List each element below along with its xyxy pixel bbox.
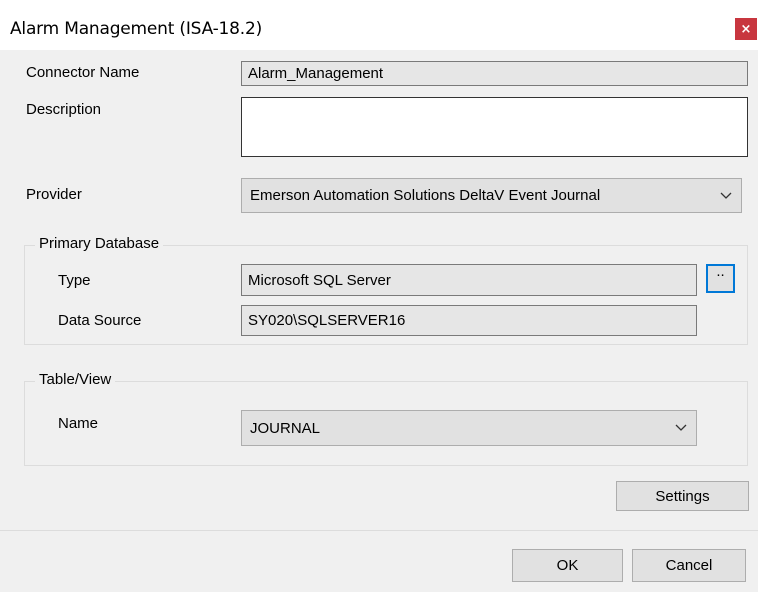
- table-name-value: JOURNAL: [250, 419, 321, 437]
- chevron-down-icon: [719, 189, 733, 203]
- ok-button-label: OK: [556, 557, 579, 574]
- description-field[interactable]: [241, 97, 748, 157]
- data-source-value: SY020\SQLSERVER16: [248, 312, 406, 329]
- table-view-title: Table/View: [35, 371, 116, 388]
- cancel-button[interactable]: Cancel: [632, 549, 746, 582]
- type-field[interactable]: Microsoft SQL Server: [241, 264, 697, 296]
- dialog-window: Alarm Management (ISA-18.2) × Connector …: [0, 0, 758, 592]
- close-icon: ×: [740, 21, 752, 37]
- settings-button-label: Settings: [655, 487, 710, 505]
- provider-label: Provider: [26, 186, 82, 203]
- data-source-field[interactable]: SY020\SQLSERVER16: [241, 305, 697, 336]
- chevron-down-icon: [674, 421, 688, 435]
- close-button[interactable]: ×: [735, 18, 757, 40]
- cancel-button-label: Cancel: [665, 557, 713, 574]
- browse-button[interactable]: ..: [706, 264, 735, 293]
- description-label: Description: [26, 101, 102, 118]
- connector-name-value: Alarm_Management: [248, 65, 384, 82]
- primary-database-title: Primary Database: [35, 235, 164, 252]
- footer-separator: [0, 530, 758, 531]
- name-label: Name: [58, 415, 99, 432]
- title-bar: Alarm Management (ISA-18.2) ×: [0, 0, 758, 50]
- connector-name-label: Connector Name: [26, 64, 140, 81]
- settings-button[interactable]: Settings: [616, 481, 749, 511]
- window-title: Alarm Management (ISA-18.2): [10, 19, 263, 39]
- table-name-dropdown[interactable]: JOURNAL: [241, 410, 697, 446]
- data-source-label: Data Source: [58, 312, 142, 329]
- type-label: Type: [58, 272, 91, 289]
- ok-button[interactable]: OK: [512, 549, 623, 582]
- browse-button-label: ..: [716, 263, 725, 280]
- connector-name-field[interactable]: Alarm_Management: [241, 61, 748, 86]
- provider-value: Emerson Automation Solutions DeltaV Even…: [250, 187, 601, 204]
- provider-dropdown[interactable]: Emerson Automation Solutions DeltaV Even…: [241, 178, 742, 213]
- type-value: Microsoft SQL Server: [248, 271, 391, 289]
